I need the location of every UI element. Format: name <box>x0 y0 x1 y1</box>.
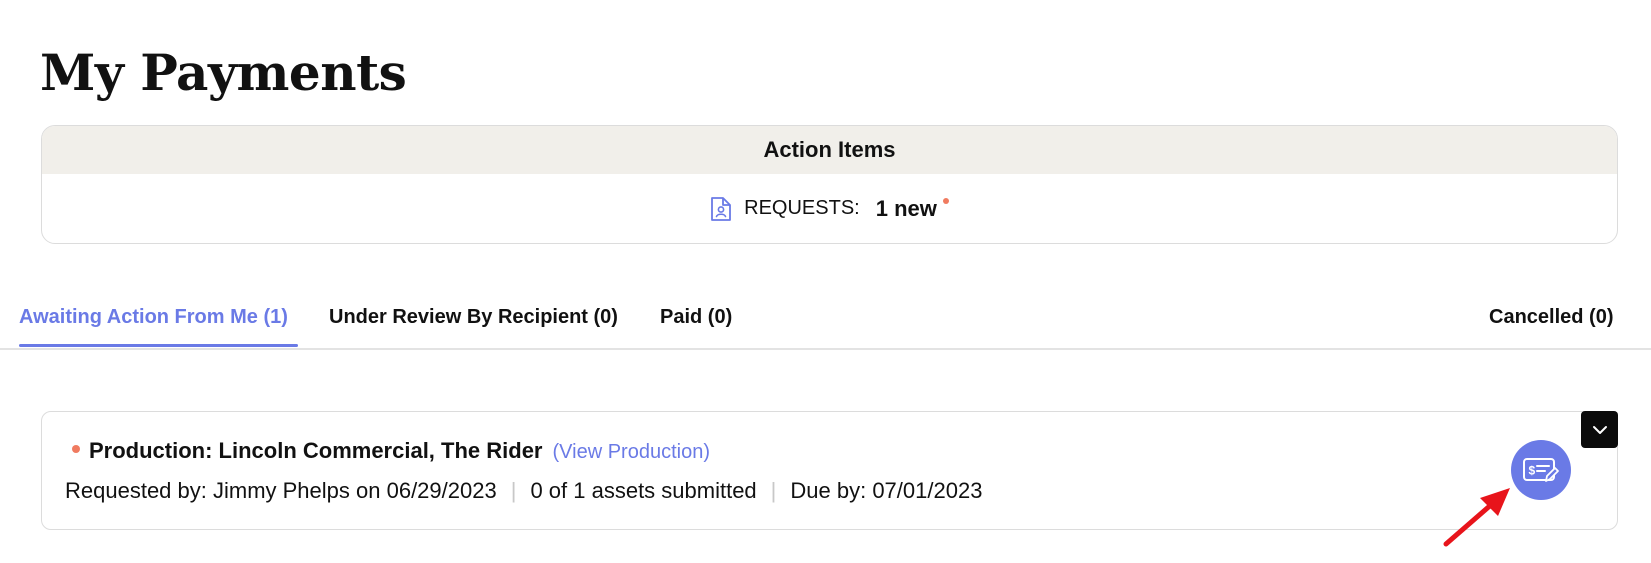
tab-awaiting-action[interactable]: Awaiting Action From Me (1) <box>19 306 288 329</box>
expand-toggle-button[interactable] <box>1581 411 1618 448</box>
tab-cancelled[interactable]: Cancelled (0) <box>1489 306 1613 329</box>
action-items-panel: Action Items REQUESTS: 1 new <box>41 125 1618 244</box>
requests-summary[interactable]: REQUESTS: 1 new <box>42 174 1617 243</box>
meta-separator: | <box>770 478 777 503</box>
submit-payment-button[interactable]: $ <box>1511 440 1571 500</box>
tab-under-review[interactable]: Under Review By Recipient (0) <box>329 306 618 329</box>
requests-label: REQUESTS: <box>744 197 860 219</box>
requests-count: 1 new <box>875 195 937 221</box>
payments-page: My Payments Action Items REQUESTS: 1 new… <box>0 0 1651 563</box>
active-tab-indicator <box>19 344 298 347</box>
action-items-header: Action Items <box>42 126 1617 174</box>
payment-edit-icon: $ <box>1523 458 1559 482</box>
new-indicator-dot <box>942 197 949 204</box>
production-title: Production: Lincoln Commercial, The Ride… <box>89 438 543 463</box>
requested-by-text: Requested by: Jimmy Phelps on 06/29/2023 <box>65 478 497 503</box>
unread-indicator-dot <box>72 445 80 453</box>
tab-paid[interactable]: Paid (0) <box>660 306 732 329</box>
view-production-link[interactable]: (View Production) <box>553 441 710 464</box>
document-user-icon <box>710 196 732 222</box>
payment-status-tabs: Awaiting Action From Me (1) Under Review… <box>0 296 1651 350</box>
svg-text:$: $ <box>1529 464 1536 478</box>
meta-separator: | <box>510 478 517 503</box>
page-title: My Payments <box>40 43 407 102</box>
payment-meta-row: Requested by: Jimmy Phelps on 06/29/2023… <box>65 478 982 504</box>
chevron-down-icon <box>1592 425 1607 434</box>
payment-title-row: Production: Lincoln Commercial, The Ride… <box>72 438 710 464</box>
assets-submitted-text: 0 of 1 assets submitted <box>530 478 757 503</box>
due-date-text: Due by: 07/01/2023 <box>790 478 983 503</box>
payment-request-card: Production: Lincoln Commercial, The Ride… <box>41 411 1618 530</box>
